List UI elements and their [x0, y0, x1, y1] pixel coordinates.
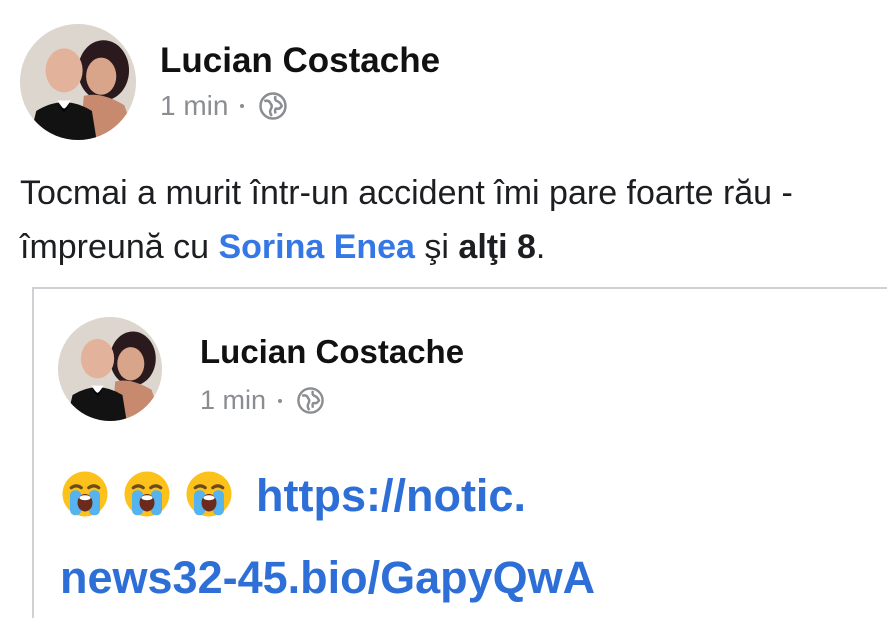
loudly-crying-face-icon [60, 469, 110, 519]
separator-dot [278, 398, 283, 403]
author-avatar[interactable] [20, 24, 136, 140]
shared-post-time[interactable]: 1 min [200, 385, 266, 416]
message-period: . [535, 228, 546, 266]
shared-link-part1[interactable]: https://notic. [256, 470, 526, 521]
shared-post-meta: 1 min [200, 385, 325, 416]
post-message: Tocmai a murit într-un accident îmi pare… [20, 166, 880, 274]
loudly-crying-face-icon [184, 469, 234, 519]
shared-link-part2[interactable]: news32-45.bio/GapyQwA [60, 537, 880, 618]
message-conjunction: şi [414, 228, 459, 266]
shared-post-text: https://notic. news32-45.bio/GapyQwA [60, 455, 880, 618]
tagged-user-link[interactable]: Sorina Enea [218, 228, 415, 266]
post-time[interactable]: 1 min [160, 90, 228, 122]
shared-post[interactable]: Lucian Costache 1 min https://notic. new… [32, 287, 887, 618]
facebook-post: Lucian Costache 1 min Tocmai a murit înt… [0, 0, 887, 618]
post-meta: 1 min [160, 90, 288, 122]
shared-author-avatar[interactable] [58, 317, 162, 421]
separator-dot [240, 104, 245, 108]
globe-icon[interactable] [258, 91, 288, 121]
author-name[interactable]: Lucian Costache [160, 41, 440, 81]
loudly-crying-face-icon [122, 469, 172, 519]
globe-icon[interactable] [296, 386, 325, 415]
shared-author-name[interactable]: Lucian Costache [200, 333, 464, 371]
tagged-others-link[interactable]: alţi 8 [458, 228, 535, 266]
